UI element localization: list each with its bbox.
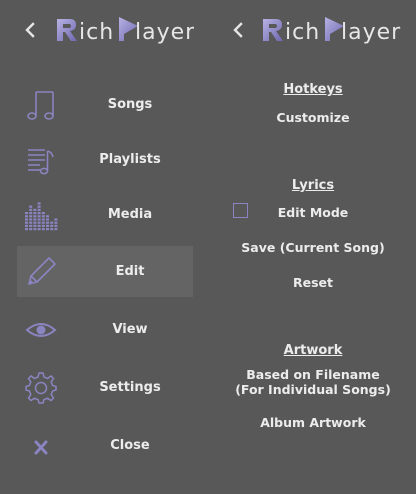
equalizer-dot (50, 221, 54, 224)
back-chevron-icon[interactable] (22, 20, 38, 40)
music-note-icon (27, 91, 54, 120)
equalizer-dot (46, 224, 49, 227)
equalizer-dot (25, 218, 28, 221)
equalizer-dot (37, 202, 41, 205)
equalizer-dot (25, 228, 28, 231)
app-logo: ich layer (262, 13, 402, 45)
equalizer-dot (46, 221, 49, 224)
equalizer-dot (37, 205, 41, 208)
equalizer-dot (33, 215, 37, 218)
equalizer-dot (33, 208, 37, 211)
equalizer-dot (25, 215, 28, 218)
equalizer-dot (41, 215, 45, 218)
lyrics-heading: Lyrics (291, 178, 335, 193)
album-artwork-button[interactable]: Album Artwork (213, 415, 413, 430)
rich-player-logo-icon: ich layer (263, 17, 401, 45)
nav-label-playlists: Playlists (99, 152, 161, 167)
equalizer-dot (41, 218, 45, 221)
nav-item-media[interactable]: Media (17, 189, 193, 240)
nav-label-settings: Settings (99, 380, 161, 395)
svg-text:ich: ich (285, 20, 320, 45)
equalizer-dot (29, 215, 33, 218)
equalizer-dot (37, 224, 41, 227)
pencil-icon (28, 257, 56, 285)
equalizer-dot (54, 221, 58, 224)
based-on-filename-line1: Based on Filename (246, 367, 380, 382)
equalizer-dot (29, 218, 33, 221)
playlist-icon (28, 149, 54, 175)
svg-text:layer: layer (135, 20, 194, 45)
equalizer-dot (54, 218, 58, 221)
equalizer-dot (25, 221, 28, 224)
equalizer-dot (29, 205, 33, 208)
equalizer-icon (25, 202, 58, 231)
edit-mode-label[interactable]: Edit Mode (213, 205, 413, 220)
rich-player-logo-icon: ich layer (57, 17, 194, 45)
equalizer-dot (50, 228, 54, 231)
equalizer-dot (33, 224, 37, 227)
equalizer-dot (41, 228, 45, 231)
equalizer-dot (37, 208, 41, 211)
equalizer-dot (54, 228, 58, 231)
equalizer-dot (29, 224, 33, 227)
equalizer-dot (37, 212, 41, 215)
equalizer-dot (33, 221, 37, 224)
nav-label-media: Media (107, 207, 153, 222)
equalizer-dot (46, 228, 49, 231)
gear-icon (25, 372, 57, 404)
equalizer-dot (46, 215, 49, 218)
hotkeys-heading: Hotkeys (283, 82, 343, 97)
equalizer-dot (25, 224, 28, 227)
back-chevron-icon[interactable] (230, 20, 246, 40)
nav-label-songs: Songs (107, 97, 153, 112)
equalizer-dot (37, 228, 41, 231)
equalizer-dot (33, 212, 37, 215)
equalizer-dot (37, 218, 41, 221)
app-logo: ich layer (56, 13, 194, 45)
save-current-song-button[interactable]: Save (Current Song) (213, 240, 413, 255)
nav-item-settings[interactable]: Settings (17, 362, 193, 413)
equalizer-dot (29, 208, 33, 211)
equalizer-dot (33, 218, 37, 221)
based-on-filename-button[interactable]: Based on Filename (For Individual Songs) (213, 367, 413, 397)
nav-label-edit: Edit (115, 264, 145, 279)
customize-hotkeys-button[interactable]: Customize (213, 110, 413, 125)
eye-icon (25, 323, 57, 337)
nav-item-playlists[interactable]: Playlists (17, 134, 193, 185)
equalizer-dot (29, 221, 33, 224)
based-on-filename-line2: (For Individual Songs) (235, 382, 391, 397)
equalizer-dot (29, 212, 33, 215)
equalizer-dot (37, 215, 41, 218)
equalizer-dot (54, 224, 58, 227)
equalizer-dot (37, 221, 41, 224)
equalizer-dot (50, 224, 54, 227)
artwork-heading: Artwork (283, 343, 343, 358)
nav-label-view: View (112, 322, 148, 337)
equalizer-dot (46, 218, 49, 221)
equalizer-dot (41, 221, 45, 224)
close-icon (34, 440, 48, 455)
nav-label-close: Close (110, 438, 150, 453)
nav-item-songs[interactable]: Songs (17, 79, 193, 130)
equalizer-dot (41, 224, 45, 227)
equalizer-dot (25, 212, 28, 215)
equalizer-dot (29, 228, 33, 231)
nav-item-edit[interactable]: Edit (17, 246, 193, 297)
nav-item-close[interactable]: Close (17, 420, 193, 471)
equalizer-dot (41, 212, 45, 215)
equalizer-dot (33, 228, 37, 231)
reset-lyrics-button[interactable]: Reset (213, 275, 413, 290)
svg-text:ich: ich (79, 20, 114, 45)
svg-text:layer: layer (341, 20, 401, 45)
nav-item-view[interactable]: View (17, 304, 193, 355)
